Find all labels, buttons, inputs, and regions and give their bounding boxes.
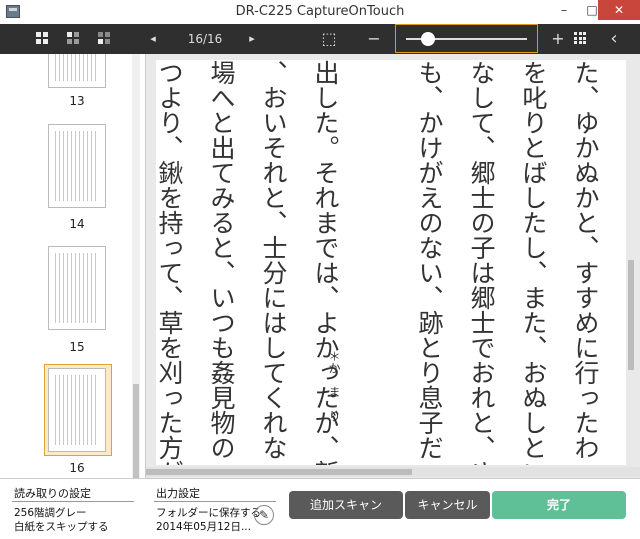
- text-column: なして、郷士の子は郷士でおれと、ゆ: [467, 60, 496, 465]
- thumbnail-label-15: 15: [69, 340, 85, 354]
- toolbar: ◂ 16/16 ▸ ⬚ − + ‹: [0, 24, 640, 54]
- medium-grid-view-icon[interactable]: [67, 32, 79, 44]
- divider: [12, 501, 134, 502]
- thumbnail-label-13: 13: [69, 94, 85, 108]
- text-column: た、ゆかぬかと、すすめに行ったわ: [571, 60, 600, 460]
- page-indicator: 16/16: [187, 32, 223, 46]
- zoom-slider[interactable]: [395, 24, 538, 53]
- collapse-panel-button[interactable]: ‹: [606, 24, 622, 54]
- scan-mode-value: 256階調グレー: [14, 507, 87, 519]
- text-column: を叱りとばしたし、また、おぬしとい: [519, 60, 548, 465]
- output-filename-value: 2014年05月12日...: [156, 521, 251, 533]
- thumbnail-15[interactable]: [48, 246, 106, 330]
- viewer-vertical-scrollbar[interactable]: [626, 60, 636, 465]
- small-grid-view-icon[interactable]: [98, 32, 110, 44]
- page-viewer: た、ゆかぬかと、すすめに行ったわ を叱りとばしたし、また、おぬしとい なして、郷…: [146, 54, 640, 478]
- ruby-annotation: ＊か ま り: [327, 350, 341, 422]
- scanned-page: た、ゆかぬかと、すすめに行ったわ を叱りとばしたし、また、おぬしとい なして、郷…: [156, 60, 626, 465]
- sidebar-scrollbar[interactable]: [132, 54, 140, 478]
- thumbnail-label-16: 16: [69, 461, 85, 475]
- title-bar: DR-C225 CaptureOnTouch – □ ✕: [0, 0, 640, 25]
- edit-pencil-icon[interactable]: ✎: [254, 505, 274, 525]
- previous-page-button[interactable]: ◂: [146, 24, 160, 54]
- thumbnail-sidebar: 13 14 15 16: [0, 54, 146, 478]
- large-grid-view-icon[interactable]: [36, 32, 48, 44]
- done-button[interactable]: 完了: [492, 491, 626, 519]
- skip-blank-value: 白紙をスキップする: [14, 521, 109, 533]
- output-settings-label: 出力設定: [156, 487, 200, 500]
- next-page-button[interactable]: ▸: [245, 24, 259, 54]
- thumbnail-grid-icon[interactable]: [574, 32, 586, 44]
- cancel-button[interactable]: キャンセル: [405, 491, 490, 519]
- zoom-slider-knob[interactable]: [421, 32, 436, 46]
- thumbnail-13[interactable]: [48, 54, 106, 88]
- text-column: 、おいそれと、士分にはしてくれな: [259, 60, 288, 460]
- bottom-panel: 読み取りの設定 256階調グレー 白紙をスキップする 出力設定 フォルダーに保存…: [0, 478, 640, 539]
- zoom-in-button[interactable]: +: [550, 24, 566, 54]
- text-column: つより、鍬を持って、草を刈った方が: [156, 60, 184, 465]
- thumbnail-14[interactable]: [48, 124, 106, 208]
- window-title: DR-C225 CaptureOnTouch: [235, 4, 405, 19]
- close-button[interactable]: ✕: [598, 0, 640, 20]
- add-scan-button[interactable]: 追加スキャン: [289, 491, 403, 519]
- divider: [154, 501, 276, 502]
- text-column: も、かけがえのない、跡とり息子だ: [415, 60, 444, 460]
- minimize-button[interactable]: –: [550, 0, 578, 20]
- fit-page-button[interactable]: ⬚: [318, 24, 340, 54]
- scan-settings-label: 読み取りの設定: [14, 487, 91, 500]
- text-column: 場へと出てみると、いつも姦見物の: [207, 60, 236, 460]
- output-destination-value: フォルダーに保存する: [156, 507, 261, 519]
- viewer-horizontal-scrollbar[interactable]: [146, 467, 640, 477]
- thumbnail-label-14: 14: [69, 217, 85, 231]
- thumbnail-16[interactable]: [48, 368, 106, 452]
- zoom-out-button[interactable]: −: [366, 24, 382, 54]
